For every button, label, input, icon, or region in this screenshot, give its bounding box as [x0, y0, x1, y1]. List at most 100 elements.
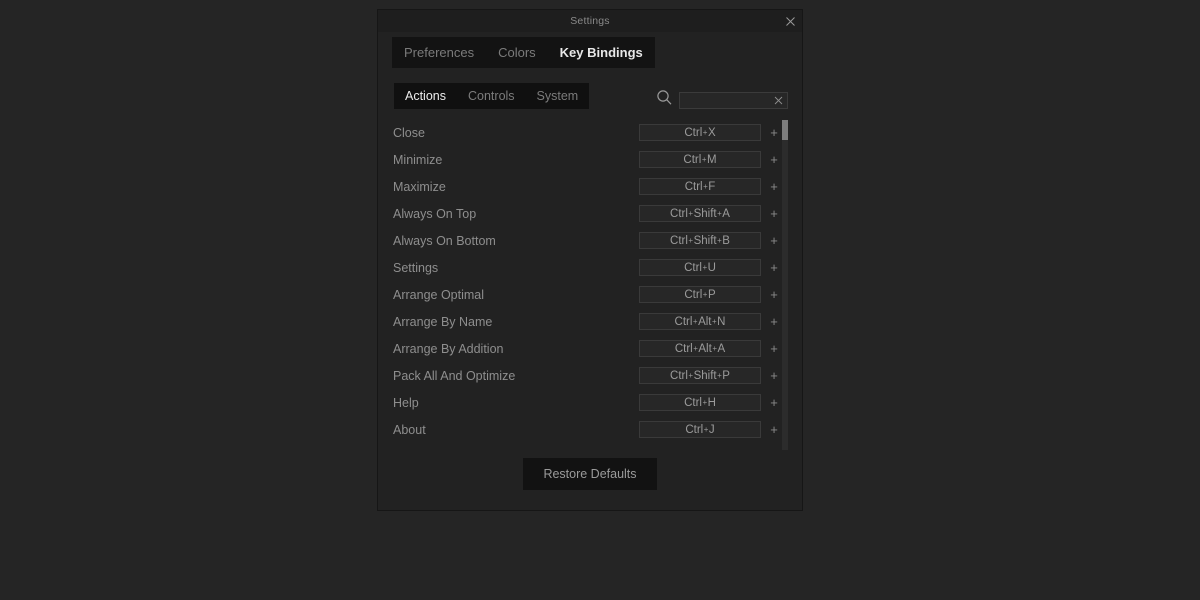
- list-scrollbar-track[interactable]: [782, 120, 788, 450]
- binding-row: About Ctrl+J +: [378, 416, 804, 443]
- close-icon[interactable]: [780, 12, 800, 31]
- key-token: B: [722, 235, 730, 247]
- key-token: Ctrl: [675, 316, 693, 328]
- key-bindings-list: CloseCtrl+X+MinimizeCtrl+M+MaximizeCtrl+…: [378, 119, 804, 451]
- binding-action-label: Arrange By Name: [393, 315, 492, 329]
- settings-tabbar: Preferences Colors Key Bindings: [392, 37, 655, 68]
- add-binding-button[interactable]: +: [767, 313, 781, 330]
- key-token: Shift: [694, 370, 717, 382]
- key-token: M: [707, 154, 717, 166]
- add-binding-button[interactable]: +: [767, 232, 781, 249]
- window-titlebar[interactable]: Settings: [378, 10, 802, 32]
- binding-shortcut-button[interactable]: Ctrl+J: [639, 421, 761, 438]
- binding-row: Minimize Ctrl+M +: [378, 146, 804, 173]
- add-binding-button[interactable]: +: [767, 151, 781, 168]
- binding-shortcut-button[interactable]: Ctrl+P: [639, 286, 761, 303]
- binding-row: Always On Bottom Ctrl+Shift+B +: [378, 227, 804, 254]
- key-token: Ctrl: [683, 154, 701, 166]
- restore-defaults-label: Restore Defaults: [543, 467, 636, 481]
- binding-shortcut-button[interactable]: Ctrl+H: [639, 394, 761, 411]
- key-token: H: [708, 397, 716, 409]
- binding-action-label: Close: [393, 126, 425, 140]
- binding-action-label: Always On Top: [393, 207, 476, 221]
- tab-preferences-label: Preferences: [404, 45, 474, 60]
- key-token: U: [708, 262, 716, 274]
- search-icon: [656, 89, 673, 111]
- add-binding-button[interactable]: +: [767, 367, 781, 384]
- key-token: Ctrl: [684, 127, 702, 139]
- binding-row: Always On Top Ctrl+Shift+A +: [378, 200, 804, 227]
- key-token: Ctrl: [684, 289, 702, 301]
- add-binding-button[interactable]: +: [767, 124, 781, 141]
- add-binding-button[interactable]: +: [767, 205, 781, 222]
- add-binding-button[interactable]: +: [767, 421, 781, 438]
- binding-action-label: Arrange Optimal: [393, 288, 484, 302]
- add-binding-button[interactable]: +: [767, 340, 781, 357]
- add-binding-button[interactable]: +: [767, 259, 781, 276]
- search-input[interactable]: [680, 93, 772, 108]
- subtab-controls-label: Controls: [468, 89, 515, 103]
- key-token: Ctrl: [670, 370, 688, 382]
- binding-action-label: About: [393, 423, 426, 437]
- binding-shortcut-button[interactable]: Ctrl+Shift+A: [639, 205, 761, 222]
- settings-dialog: Settings Preferences Colors Key Bindings…: [377, 9, 803, 511]
- binding-row: Pack All And Optimize Ctrl+Shift+P +: [378, 362, 804, 389]
- key-token: X: [708, 127, 716, 139]
- binding-shortcut-button[interactable]: Ctrl+Shift+P: [639, 367, 761, 384]
- subtab-controls[interactable]: Controls: [457, 83, 526, 109]
- binding-shortcut-button[interactable]: Ctrl+Alt+A: [639, 340, 761, 357]
- binding-row: Maximize Ctrl+F +: [378, 173, 804, 200]
- tab-preferences[interactable]: Preferences: [392, 37, 486, 68]
- key-token: Ctrl: [684, 262, 702, 274]
- key-token: F: [708, 181, 715, 193]
- binding-shortcut-button[interactable]: Ctrl+Shift+B: [639, 232, 761, 249]
- binding-shortcut-button[interactable]: Ctrl+F: [639, 178, 761, 195]
- key-bindings-list-inner: CloseCtrl+X+MinimizeCtrl+M+MaximizeCtrl+…: [378, 119, 804, 443]
- tab-key-bindings-label: Key Bindings: [560, 45, 643, 60]
- binding-shortcut-button[interactable]: Ctrl+X: [639, 124, 761, 141]
- key-token: Alt: [698, 316, 711, 328]
- subtab-actions-label: Actions: [405, 89, 446, 103]
- key-token: Shift: [694, 235, 717, 247]
- list-scrollbar-thumb[interactable]: [782, 120, 788, 140]
- key-token: Ctrl: [684, 397, 702, 409]
- search-area: [656, 89, 788, 111]
- key-token: Shift: [694, 208, 717, 220]
- key-token: Ctrl: [675, 343, 693, 355]
- key-token: J: [709, 424, 715, 436]
- binding-shortcut-button[interactable]: Ctrl+M: [639, 151, 761, 168]
- binding-row: Settings Ctrl+U +: [378, 254, 804, 281]
- binding-action-label: Minimize: [393, 153, 442, 167]
- binding-shortcut-button[interactable]: Ctrl+U: [639, 259, 761, 276]
- key-token: P: [722, 370, 730, 382]
- restore-defaults-button[interactable]: Restore Defaults: [523, 458, 657, 490]
- add-binding-button[interactable]: +: [767, 394, 781, 411]
- binding-action-label: Arrange By Addition: [393, 342, 504, 356]
- subtab-system-label: System: [537, 89, 579, 103]
- search-box[interactable]: [679, 92, 788, 109]
- binding-action-label: Help: [393, 396, 419, 410]
- binding-row: Close Ctrl+X +: [378, 119, 804, 146]
- clear-icon[interactable]: [772, 94, 785, 107]
- add-binding-button[interactable]: +: [767, 286, 781, 303]
- key-bindings-subtabbar: Actions Controls System: [394, 83, 589, 109]
- key-token: Ctrl: [670, 208, 688, 220]
- key-token: N: [717, 316, 725, 328]
- binding-row: Arrange Optimal Ctrl+P +: [378, 281, 804, 308]
- tab-colors[interactable]: Colors: [486, 37, 548, 68]
- binding-action-label: Always On Bottom: [393, 234, 496, 248]
- tab-key-bindings[interactable]: Key Bindings: [548, 37, 655, 68]
- subtab-actions[interactable]: Actions: [394, 83, 457, 109]
- key-token: A: [722, 208, 730, 220]
- binding-action-label: Settings: [393, 261, 438, 275]
- add-binding-button[interactable]: +: [767, 178, 781, 195]
- binding-action-label: Maximize: [393, 180, 446, 194]
- key-token: Ctrl: [685, 181, 703, 193]
- binding-shortcut-button[interactable]: Ctrl+Alt+N: [639, 313, 761, 330]
- key-token: Alt: [698, 343, 711, 355]
- binding-row: Help Ctrl+H +: [378, 389, 804, 416]
- binding-action-label: Pack All And Optimize: [393, 369, 515, 383]
- binding-row: Arrange By Name Ctrl+Alt+N +: [378, 308, 804, 335]
- subtab-system[interactable]: System: [526, 83, 590, 109]
- key-token: Ctrl: [685, 424, 703, 436]
